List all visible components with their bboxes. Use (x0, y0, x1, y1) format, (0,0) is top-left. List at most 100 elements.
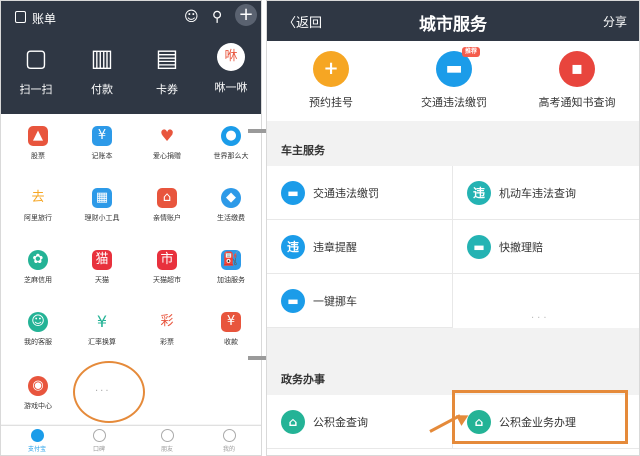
plus-icon[interactable]: + (235, 4, 257, 26)
alarm-icon: 违 (281, 235, 305, 259)
stock-icon: ▲ (28, 126, 48, 146)
car-item-label: 交通违法缴罚 (313, 187, 379, 200)
grid-item-label: 世界那么大 (213, 152, 249, 160)
tab-koubei[interactable]: 口碑 (79, 429, 119, 453)
alipay-home-panel: 账单 ☺ ⚲ + ▢ 扫一扫 ▥ 付款 ▤ 卡券 咻 咻一咻 ▲ 股票 ¥ 记账… (0, 0, 262, 456)
grid-item-label: 彩票 (160, 338, 174, 346)
search-icon[interactable]: ⚲ (212, 9, 222, 25)
grid-item-customer-service[interactable]: ☺ 我的客服 (8, 312, 68, 347)
sesame-icon: ✿ (28, 250, 48, 270)
receive-money-icon: ¥ (221, 312, 241, 332)
grid-item-tmall[interactable]: 猫 天猫 (72, 250, 132, 285)
quick-pay[interactable]: ▥ 付款 (70, 43, 134, 97)
grid-item-exchange-rate[interactable]: ¥ 汇率换算 (72, 312, 132, 347)
featured-services: + 预约挂号 ▬ 推荐 交通违法缴罚 ▪ 高考通知书查询 (267, 41, 639, 121)
car-item-violation-alert[interactable]: 违 违章提醒 (267, 220, 453, 274)
grid-item-donation[interactable]: ♥ 爱心捐赠 (137, 126, 197, 161)
friends-tab-icon (160, 429, 174, 442)
gov-item-fund-query[interactable]: ⌂ 公积金查询 (267, 395, 453, 449)
grid-item-label: 我的客服 (24, 338, 52, 346)
service-gaokao[interactable]: ▪ 高考通知书查询 (517, 51, 637, 110)
fuel-icon: ⛽ (221, 250, 241, 270)
annotation-rectangle (452, 390, 628, 444)
quick-label: 咻一咻 (214, 81, 248, 94)
grid-item-label: 股票 (31, 152, 45, 160)
car-item-violation-query[interactable]: 违 机动车违法查询 (453, 166, 639, 220)
share-button[interactable]: 分享 (603, 13, 627, 30)
grid-item-label: 芝麻信用 (24, 276, 52, 284)
car-item-move-car[interactable]: ▬ 一键挪车 (267, 274, 453, 328)
car-icon: ▬ 推荐 (436, 47, 480, 87)
grid-item-lottery[interactable]: 彩 彩票 (137, 312, 197, 347)
car-icon: ▬ (281, 181, 305, 205)
car-item-quick-claim[interactable]: ▬ 快撤理赔 (453, 220, 639, 274)
quick-scan[interactable]: ▢ 扫一扫 (4, 43, 68, 97)
tab-label: 朋友 (160, 446, 173, 453)
grid-item-bills[interactable]: ◆ 生活缴费 (201, 188, 261, 223)
car-item-traffic-fine[interactable]: ▬ 交通违法缴罚 (267, 166, 453, 220)
service-label: 预约挂号 (309, 96, 353, 109)
quick-coupon[interactable]: ▤ 卡券 (135, 43, 199, 97)
grid-item-family-account[interactable]: ⌂ 亲情账户 (137, 188, 197, 223)
calculator-icon: ▦ (92, 188, 112, 208)
account-book-icon: ¥ (92, 126, 112, 146)
tab-label: 支付宝 (27, 446, 46, 453)
grid-item-sesame-credit[interactable]: ✿ 芝麻信用 (8, 250, 68, 285)
top-dark-area: 账单 ☺ ⚲ + ▢ 扫一扫 ▥ 付款 ▤ 卡券 咻 咻一咻 (1, 1, 261, 114)
bill-icon[interactable] (15, 11, 26, 23)
grid-item-account-book[interactable]: ¥ 记账本 (72, 126, 132, 161)
service-appointment[interactable]: + 预约挂号 (271, 51, 391, 110)
bottom-tab-bar: 支付宝 口碑 朋友 我的 (1, 425, 261, 455)
quick-label: 卡券 (156, 83, 178, 96)
recommend-badge: 推荐 (461, 47, 480, 57)
grid-item-travel[interactable]: 去 阿里旅行 (8, 188, 68, 223)
tmall-icon: 猫 (92, 250, 112, 270)
alipay-tab-icon (30, 429, 44, 442)
grid-item-receive-money[interactable]: ¥ 收款 (201, 312, 261, 347)
quick-label: 扫一扫 (19, 83, 53, 96)
tab-label: 口碑 (92, 446, 105, 453)
home-heart-icon: ⌂ (157, 188, 177, 208)
bill-label[interactable]: 账单 (32, 10, 56, 27)
more-dots: ··· (531, 313, 550, 324)
contacts-icon[interactable]: ☺ (184, 9, 199, 25)
section-title-gov: 政务办事 (281, 373, 325, 386)
xiu-icon: 咻 (217, 43, 245, 71)
grid-item-finance-tools[interactable]: ▦ 理财小工具 (72, 188, 132, 223)
car-services-list: ▬ 交通违法缴罚 违 机动车违法查询 违 违章提醒 ▬ 快撤理赔 ▬ 一键挪车 (267, 166, 639, 328)
grid-item-label: 加油服务 (217, 276, 245, 284)
service-icon: ☺ (28, 312, 48, 332)
car-item-label: 一键挪车 (313, 295, 357, 308)
yen-icon: ¥ (92, 312, 112, 332)
service-traffic-fine[interactable]: ▬ 推荐 交通违法缴罚 (394, 47, 514, 110)
grid-item-label: 天猫 (95, 276, 109, 284)
house-icon: ⌂ (281, 410, 305, 434)
violation-icon: 违 (467, 181, 491, 205)
gov-item-label: 公积金查询 (313, 416, 368, 429)
drop-icon: ◆ (221, 188, 241, 208)
truck-icon: ▪ (559, 51, 595, 87)
globe-icon: ● (221, 126, 241, 146)
city-services-panel: 〈返回 城市服务 分享 + 预约挂号 ▬ 推荐 交通违法缴罚 ▪ 高考通知书查询 … (266, 0, 640, 456)
grid-item-label: 生活缴费 (217, 214, 245, 222)
tab-me[interactable]: 我的 (209, 429, 249, 453)
grid-item-tmall-supermarket[interactable]: 市 天猫超市 (137, 250, 197, 285)
annotation-circle (73, 361, 145, 423)
lottery-icon: 彩 (157, 312, 177, 332)
gamepad-icon: ◉ (28, 376, 48, 396)
tab-friends[interactable]: 朋友 (147, 429, 187, 453)
grid-item-label: 理财小工具 (84, 214, 120, 222)
grid-item-game-center[interactable]: ◉ 游戏中心 (8, 376, 68, 411)
tab-label: 我的 (222, 446, 235, 453)
grid-item-fuel[interactable]: ⛽ 加油服务 (201, 250, 261, 285)
car-item-label: 快撤理赔 (499, 241, 543, 254)
tab-alipay[interactable]: 支付宝 (17, 429, 57, 453)
top-header-bar: 账单 ☺ ⚲ + (1, 1, 261, 33)
car-item-label: 机动车违法查询 (499, 187, 576, 200)
quick-xiu[interactable]: 咻 咻一咻 (199, 43, 261, 95)
grid-item-stock[interactable]: ▲ 股票 (8, 126, 68, 161)
grid-item-label: 记账本 (91, 152, 113, 160)
service-label: 交通违法缴罚 (421, 96, 487, 109)
grid-item-label: 亲情账户 (153, 214, 181, 222)
grid-item-label: 汇率换算 (88, 338, 116, 346)
